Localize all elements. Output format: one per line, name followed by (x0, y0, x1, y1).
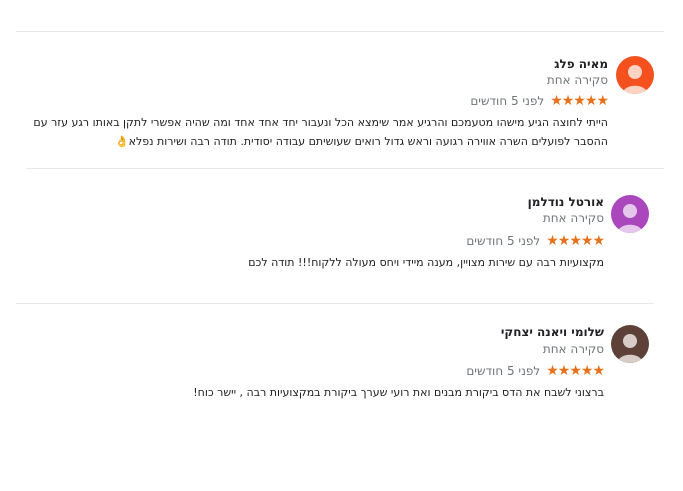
reviewer-name[interactable]: שלומי ויאנה יצחקי (501, 325, 604, 339)
review-count: סקירה אחת (542, 342, 604, 356)
review-card: שלומי ויאנה יצחקי סקירה אחת ★★★★★ לפני 5… (0, 0, 683, 420)
rating-row: ★★★★★ לפני 5 חודשים (466, 363, 605, 379)
star-rating-icon: ★★★★★ (546, 363, 605, 379)
review-date: לפני 5 חודשים (466, 364, 541, 378)
avatar[interactable] (611, 325, 649, 363)
review-text: ברצוני לשבח את הדס ביקורת מבנים ואת רועי… (193, 386, 604, 399)
